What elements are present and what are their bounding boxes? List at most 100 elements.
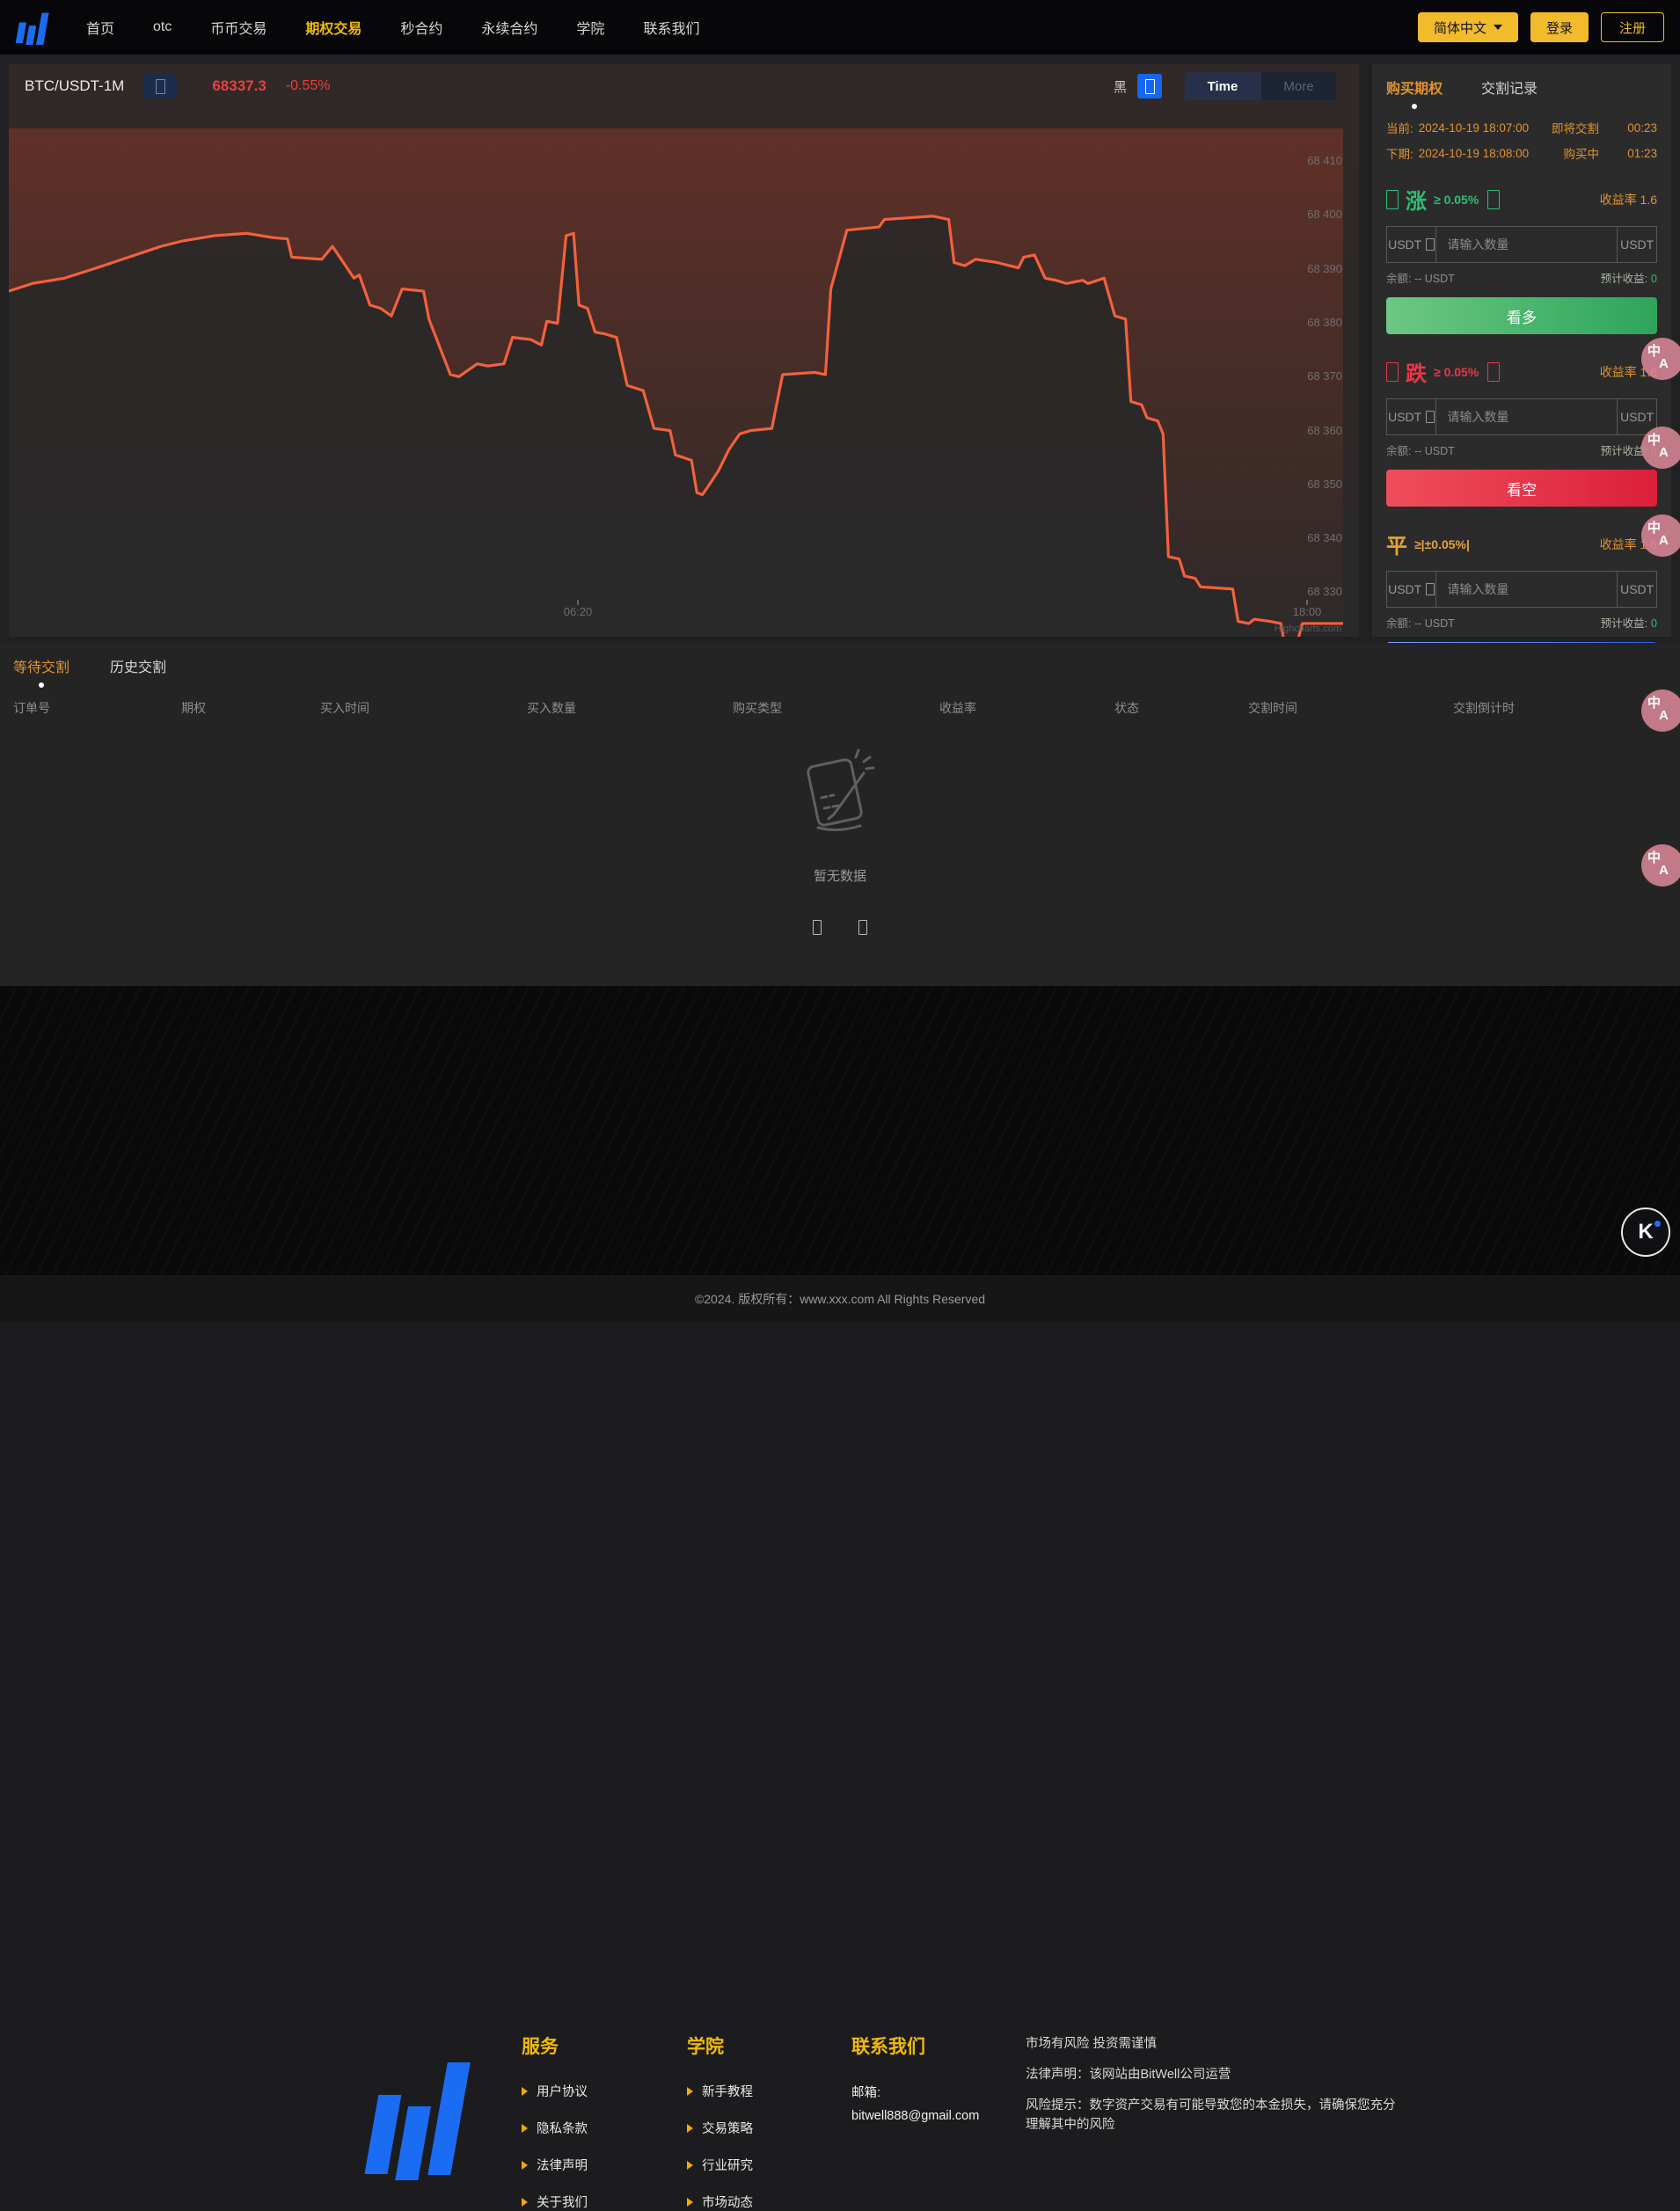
- col-rate: 收益率: [939, 699, 976, 717]
- tab-pending-delivery[interactable]: 等待交割: [13, 655, 69, 676]
- link-about[interactable]: 关于我们: [522, 2193, 588, 2211]
- buy-fall-button[interactable]: 看空: [1386, 470, 1657, 507]
- missing-glyph-icon: [1386, 362, 1399, 382]
- link-industry-research[interactable]: 行业研究: [687, 2156, 753, 2174]
- profit-label: 预计收益:: [1601, 273, 1647, 285]
- flat-meta-row: 余额: -- USDT 预计收益:0: [1386, 614, 1657, 631]
- trade-panel-tabs: 购买期权 交割记录: [1386, 77, 1657, 98]
- chart-mode-segment: Time More: [1185, 72, 1336, 100]
- link-market-news[interactable]: 市场动态: [687, 2193, 753, 2211]
- link-label: 市场动态: [702, 2193, 753, 2211]
- currency-label: USDT: [1388, 410, 1421, 424]
- fall-balance: 余额: -- USDT: [1386, 441, 1455, 458]
- link-privacy[interactable]: 隐私条款: [522, 2119, 588, 2137]
- arrow-right-icon: [687, 2087, 693, 2096]
- current-label: 当前:: [1386, 119, 1413, 136]
- disclaimer-risk: 市场有风险 投资需谨慎: [1026, 2034, 1518, 2054]
- col-option: 期权: [181, 699, 206, 717]
- nav-item-contact[interactable]: 联系我们: [643, 17, 699, 38]
- rise-rate: 收益率 1.6: [1600, 191, 1657, 208]
- rate-label: 收益率: [1600, 365, 1637, 379]
- translate-badge[interactable]: 中A: [1641, 338, 1680, 380]
- flat-input-row: USDT USDT: [1386, 571, 1657, 608]
- prev-page-button[interactable]: [807, 916, 827, 938]
- link-label: 交易策略: [702, 2119, 753, 2137]
- footer-service-title: 服务: [522, 2032, 588, 2059]
- language-label: 简体中文: [1434, 18, 1486, 37]
- login-button[interactable]: 登录: [1530, 12, 1589, 42]
- translate-badge[interactable]: 中A: [1641, 514, 1680, 557]
- language-button[interactable]: 简体中文: [1418, 12, 1518, 42]
- y-axis-tick: 68 350: [1307, 478, 1342, 491]
- link-label: 新手教程: [702, 2082, 753, 2100]
- theme-toggle-button[interactable]: [1137, 74, 1162, 99]
- arrow-right-icon: [522, 2124, 528, 2133]
- price-plot[interactable]: [9, 128, 1343, 637]
- rise-meta-row: 余额: -- USDT 预计收益:0: [1386, 269, 1657, 286]
- nav-item-academy[interactable]: 学院: [576, 17, 604, 38]
- register-button[interactable]: 注册: [1601, 12, 1664, 42]
- rise-input-row: USDT USDT: [1386, 226, 1657, 263]
- fall-condition: ≥ 0.05%: [1434, 365, 1479, 379]
- link-legal[interactable]: 法律声明: [522, 2156, 588, 2174]
- translate-badge[interactable]: 中A: [1641, 844, 1680, 887]
- empty-text: 暂无数据: [0, 866, 1680, 885]
- fall-currency-select[interactable]: USDT: [1387, 399, 1436, 434]
- chat-widget-button[interactable]: K: [1621, 1208, 1670, 1257]
- arrow-right-icon: [522, 2087, 528, 2096]
- x-axis-tick: 18:00: [1293, 605, 1322, 618]
- rise-title-text: 涨: [1406, 184, 1427, 215]
- current-status: 即将交割: [1552, 119, 1599, 136]
- nav-item-seconds[interactable]: 秒合约: [400, 17, 442, 38]
- active-tab-dot: [1412, 104, 1417, 109]
- current-round-row: 当前: 2024-10-19 18:07:00 即将交割 00:23: [1386, 119, 1657, 136]
- y-axis-tick: 68 410: [1307, 154, 1342, 167]
- orders-tabs: 等待交割 历史交割: [13, 655, 166, 676]
- link-label: 行业研究: [702, 2156, 753, 2174]
- nav-item-home[interactable]: 首页: [86, 17, 114, 38]
- missing-glyph-icon: [1487, 190, 1500, 209]
- tab-delivery-records[interactable]: 交割记录: [1481, 77, 1538, 98]
- flat-amount-input[interactable]: [1436, 572, 1617, 607]
- fall-amount-input[interactable]: [1436, 399, 1617, 434]
- pair-selector-button[interactable]: [143, 74, 177, 99]
- link-beginner-tutorial[interactable]: 新手教程: [687, 2082, 753, 2100]
- translate-badge[interactable]: 中A: [1641, 690, 1680, 732]
- round-info: 当前: 2024-10-19 18:07:00 即将交割 00:23 下期: 2…: [1386, 119, 1657, 162]
- profit-value: 0: [1651, 273, 1657, 285]
- copyright-bar: ©2024. 版权所有：www.xxx.com All Rights Reser…: [0, 1275, 1680, 1322]
- translate-badge[interactable]: 中A: [1641, 427, 1680, 469]
- rise-condition: ≥ 0.05%: [1434, 193, 1479, 207]
- buy-rise-button[interactable]: 看多: [1386, 297, 1657, 334]
- link-user-agreement[interactable]: 用户协议: [522, 2082, 588, 2100]
- y-axis-tick: 68 340: [1307, 531, 1342, 544]
- tab-history-delivery[interactable]: 历史交割: [110, 655, 166, 676]
- top-nav: 首页 otc 币币交易 期权交易 秒合约 永续合约 学院 联系我们 简体中文 登…: [0, 0, 1680, 55]
- tab-more[interactable]: More: [1260, 72, 1336, 100]
- profit-label: 预计收益:: [1601, 617, 1647, 630]
- rate-label: 收益率: [1600, 537, 1637, 551]
- link-label: 隐私条款: [537, 2119, 588, 2137]
- nav-item-otc[interactable]: otc: [153, 19, 172, 35]
- nav-item-perpetual[interactable]: 永续合约: [481, 17, 537, 38]
- chart-area-fill: [9, 128, 1343, 637]
- tab-time[interactable]: Time: [1185, 72, 1260, 100]
- tab-buy-options[interactable]: 购买期权: [1386, 77, 1443, 98]
- arrow-right-icon: [687, 2124, 693, 2133]
- nav-item-spot[interactable]: 币币交易: [210, 17, 267, 38]
- chart-credit: Highcharts.com: [1275, 624, 1341, 634]
- rise-currency-select[interactable]: USDT: [1387, 227, 1436, 262]
- flat-currency-select[interactable]: USDT: [1387, 572, 1436, 607]
- col-delivery-time: 交割时间: [1248, 699, 1297, 717]
- price-change: -0.55%: [286, 78, 331, 94]
- flat-expected-profit: 预计收益:0: [1601, 614, 1657, 631]
- nav-item-options[interactable]: 期权交易: [305, 17, 362, 38]
- rise-amount-input[interactable]: [1436, 227, 1617, 262]
- flat-currency-suffix: USDT: [1617, 572, 1656, 607]
- empty-state: 暂无数据: [0, 740, 1680, 885]
- link-trading-strategy[interactable]: 交易策略: [687, 2119, 753, 2137]
- next-page-button[interactable]: [853, 916, 873, 938]
- nav-actions: 简体中文 登录 注册: [1418, 12, 1664, 42]
- currency-label: USDT: [1388, 237, 1421, 252]
- email-address[interactable]: bitwell888@gmail.com: [851, 2105, 979, 2127]
